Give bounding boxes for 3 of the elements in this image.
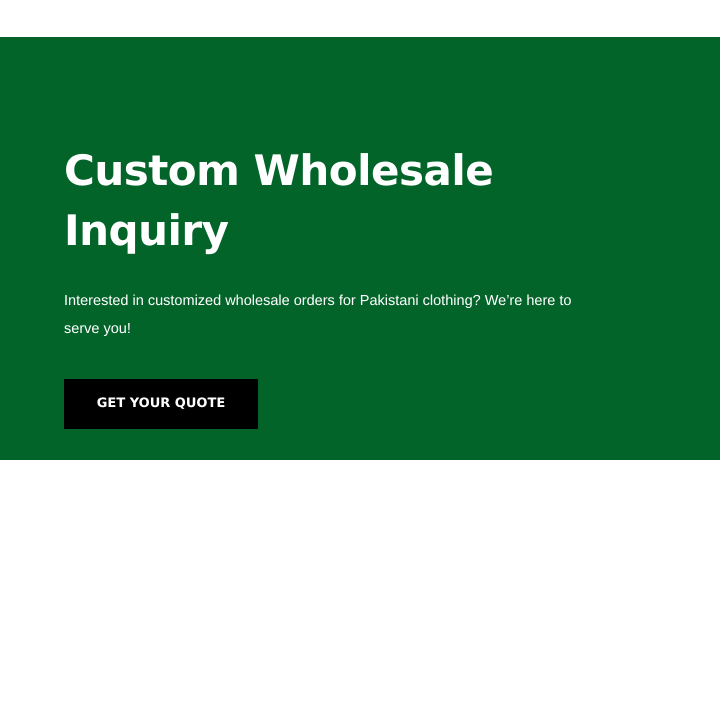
hero-title: Custom Wholesale Inquiry [64,145,494,257]
hero-description: Interested in customized wholesale orders for Pakistani clothing? We’re here to serve you! [64,292,572,339]
get-quote-button[interactable]: GET YOUR QUOTE [64,379,258,429]
